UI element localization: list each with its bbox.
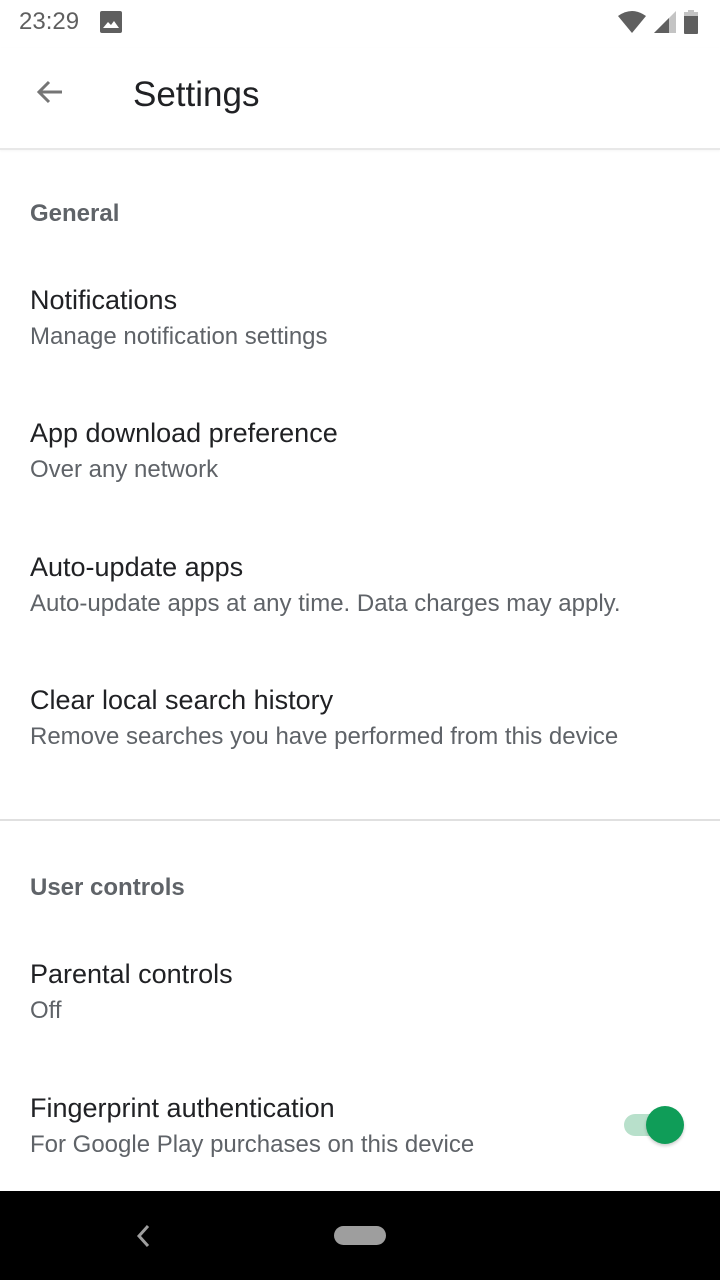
setting-title: App download preference — [30, 418, 338, 448]
setting-title: Fingerprint authentication — [30, 1093, 335, 1123]
nav-home-pill[interactable] — [334, 1226, 386, 1245]
setting-title: Parental controls — [30, 959, 233, 989]
app-bar: Settings — [0, 48, 720, 150]
navigation-bar — [0, 1191, 720, 1280]
setting-parental-controls[interactable]: Parental controls Off — [0, 959, 720, 1079]
section-header-general: General — [30, 200, 120, 227]
battery-icon — [684, 10, 698, 39]
fingerprint-toggle[interactable] — [624, 1105, 684, 1145]
setting-subtitle: For Google Play purchases on this device — [30, 1131, 475, 1158]
setting-subtitle: Off — [30, 997, 62, 1024]
toggle-thumb — [646, 1106, 684, 1144]
setting-subtitle: Manage notification settings — [30, 323, 328, 350]
setting-title: Clear local search history — [30, 685, 334, 715]
nav-back-icon[interactable] — [132, 1223, 156, 1249]
setting-auto-update-apps[interactable]: Auto-update apps Auto-update apps at any… — [0, 552, 720, 672]
status-bar: 23:29 — [0, 0, 720, 48]
setting-clear-search-history[interactable]: Clear local search history Remove search… — [0, 685, 720, 805]
setting-notifications[interactable]: Notifications Manage notification settin… — [0, 285, 720, 405]
section-header-user-controls: User controls — [30, 874, 185, 901]
section-divider — [0, 819, 720, 821]
wifi-icon — [618, 11, 646, 38]
setting-app-download-preference[interactable]: App download preference Over any network — [0, 418, 720, 538]
back-button[interactable] — [26, 70, 74, 118]
cell-signal-icon — [654, 11, 676, 38]
page-title: Settings — [133, 75, 260, 114]
status-time: 23:29 — [19, 8, 80, 35]
setting-subtitle: Over any network — [30, 456, 219, 483]
arrow-back-icon — [34, 76, 66, 113]
setting-subtitle: Remove searches you have performed from … — [30, 723, 619, 750]
setting-title: Auto-update apps — [30, 552, 244, 582]
setting-title: Notifications — [30, 285, 178, 315]
image-icon — [100, 11, 122, 33]
setting-subtitle: Auto-update apps at any time. Data charg… — [30, 590, 621, 617]
